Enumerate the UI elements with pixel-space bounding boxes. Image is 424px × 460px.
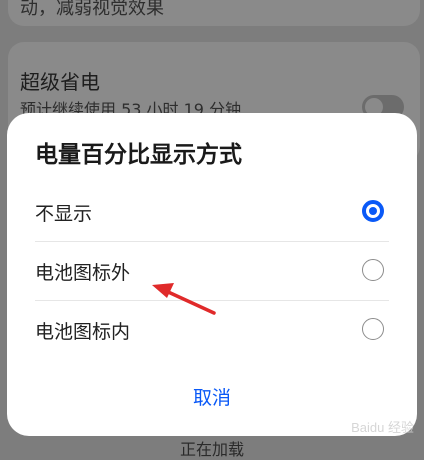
annotation-arrow-icon xyxy=(152,283,216,315)
watermark-logo: Baidu 经验 xyxy=(351,420,414,435)
